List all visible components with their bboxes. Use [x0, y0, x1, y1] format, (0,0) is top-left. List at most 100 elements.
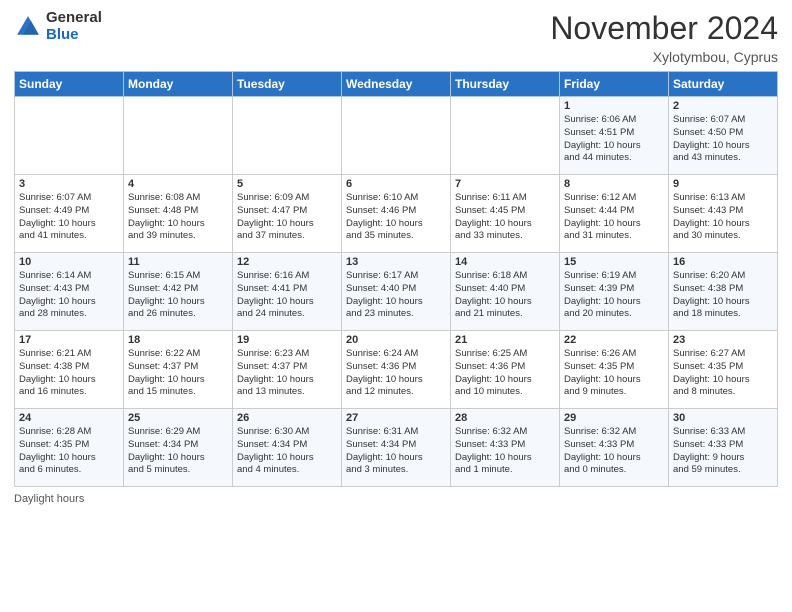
day-info: Sunrise: 6:12 AM Sunset: 4:44 PM Dayligh… [564, 192, 664, 243]
day-info: Sunrise: 6:25 AM Sunset: 4:36 PM Dayligh… [455, 348, 555, 399]
day-number: 12 [237, 256, 337, 268]
calendar-header-cell: Friday [560, 72, 669, 97]
day-info: Sunrise: 6:23 AM Sunset: 4:37 PM Dayligh… [237, 348, 337, 399]
calendar-cell: 22 Sunrise: 6:26 AM Sunset: 4:35 PM Dayli… [560, 331, 669, 409]
day-number: 18 [128, 334, 228, 346]
calendar-cell [124, 97, 233, 175]
calendar-cell: 21 Sunrise: 6:25 AM Sunset: 4:36 PM Dayli… [451, 331, 560, 409]
logo-icon [14, 13, 42, 41]
day-info: Sunrise: 6:10 AM Sunset: 4:46 PM Dayligh… [346, 192, 446, 243]
day-info: Sunrise: 6:22 AM Sunset: 4:37 PM Dayligh… [128, 348, 228, 399]
day-info: Sunrise: 6:14 AM Sunset: 4:43 PM Dayligh… [19, 270, 119, 321]
day-number: 25 [128, 412, 228, 424]
logo: General Blue [14, 10, 102, 43]
day-number: 30 [673, 412, 773, 424]
day-number: 5 [237, 178, 337, 190]
calendar-cell: 5Sunrise: 6:09 AM Sunset: 4:47 PM Daylig… [233, 175, 342, 253]
month-title: November 2024 [550, 10, 778, 47]
day-info: Sunrise: 6:08 AM Sunset: 4:48 PM Dayligh… [128, 192, 228, 243]
day-number: 2 [673, 100, 773, 112]
calendar-cell: 14Sunrise: 6:18 AM Sunset: 4:40 PM Dayli… [451, 253, 560, 331]
calendar-header-cell: Thursday [451, 72, 560, 97]
day-info: Sunrise: 6:11 AM Sunset: 4:45 PM Dayligh… [455, 192, 555, 243]
calendar-cell: 19 Sunrise: 6:23 AM Sunset: 4:37 PM Dayli… [233, 331, 342, 409]
calendar-cell: 8Sunrise: 6:12 AM Sunset: 4:44 PM Daylig… [560, 175, 669, 253]
day-info: Sunrise: 6:27 AM Sunset: 4:35 PM Dayligh… [673, 348, 773, 399]
calendar-week-row: 10 Sunrise: 6:14 AM Sunset: 4:43 PM Dayli… [15, 253, 778, 331]
calendar-cell [342, 97, 451, 175]
calendar-cell: 6 Sunrise: 6:10 AM Sunset: 4:46 PM Daylig… [342, 175, 451, 253]
day-info: Sunrise: 6:06 AM Sunset: 4:51 PM Dayligh… [564, 114, 664, 165]
calendar-cell: 15Sunrise: 6:19 AM Sunset: 4:39 PM Dayli… [560, 253, 669, 331]
day-number: 20 [346, 334, 446, 346]
day-info: Sunrise: 6:31 AM Sunset: 4:34 PM Dayligh… [346, 426, 446, 477]
calendar-header-cell: Tuesday [233, 72, 342, 97]
day-info: Sunrise: 6:33 AM Sunset: 4:33 PM Dayligh… [673, 426, 773, 477]
day-number: 23 [673, 334, 773, 346]
day-info: Sunrise: 6:17 AM Sunset: 4:40 PM Dayligh… [346, 270, 446, 321]
day-number: 28 [455, 412, 555, 424]
day-info: Sunrise: 6:20 AM Sunset: 4:38 PM Dayligh… [673, 270, 773, 321]
calendar-table: SundayMondayTuesdayWednesdayThursdayFrid… [14, 71, 778, 487]
day-info: Sunrise: 6:07 AM Sunset: 4:50 PM Dayligh… [673, 114, 773, 165]
calendar-cell: 16 Sunrise: 6:20 AM Sunset: 4:38 PM Dayli… [669, 253, 778, 331]
location: Xylotymbou, Cyprus [550, 49, 778, 65]
calendar-cell: 20 Sunrise: 6:24 AM Sunset: 4:36 PM Dayli… [342, 331, 451, 409]
calendar-cell: 13 Sunrise: 6:17 AM Sunset: 4:40 PM Dayli… [342, 253, 451, 331]
footer-label: Daylight hours [14, 493, 84, 505]
title-block: November 2024 Xylotymbou, Cyprus [550, 10, 778, 65]
calendar-week-row: 24Sunrise: 6:28 AM Sunset: 4:35 PM Dayli… [15, 409, 778, 487]
day-info: Sunrise: 6:16 AM Sunset: 4:41 PM Dayligh… [237, 270, 337, 321]
day-number: 7 [455, 178, 555, 190]
page: General Blue November 2024 Xylotymbou, C… [0, 0, 792, 612]
day-number: 11 [128, 256, 228, 268]
calendar-week-row: 17 Sunrise: 6:21 AM Sunset: 4:38 PM Dayli… [15, 331, 778, 409]
day-number: 17 [19, 334, 119, 346]
day-info: Sunrise: 6:32 AM Sunset: 4:33 PM Dayligh… [564, 426, 664, 477]
day-number: 13 [346, 256, 446, 268]
calendar-cell: 29 Sunrise: 6:32 AM Sunset: 4:33 PM Dayli… [560, 409, 669, 487]
day-number: 1 [564, 100, 664, 112]
calendar-header-cell: Wednesday [342, 72, 451, 97]
day-number: 21 [455, 334, 555, 346]
calendar-cell: 18 Sunrise: 6:22 AM Sunset: 4:37 PM Dayli… [124, 331, 233, 409]
day-number: 3 [19, 178, 119, 190]
calendar-cell: 25 Sunrise: 6:29 AM Sunset: 4:34 PM Dayli… [124, 409, 233, 487]
day-number: 9 [673, 178, 773, 190]
calendar-cell [451, 97, 560, 175]
day-info: Sunrise: 6:29 AM Sunset: 4:34 PM Dayligh… [128, 426, 228, 477]
day-number: 24 [19, 412, 119, 424]
day-number: 6 [346, 178, 446, 190]
calendar-cell: 11 Sunrise: 6:15 AM Sunset: 4:42 PM Dayli… [124, 253, 233, 331]
day-info: Sunrise: 6:24 AM Sunset: 4:36 PM Dayligh… [346, 348, 446, 399]
calendar-cell: 4Sunrise: 6:08 AM Sunset: 4:48 PM Daylig… [124, 175, 233, 253]
calendar-body: 1 Sunrise: 6:06 AM Sunset: 4:51 PM Daylig… [15, 97, 778, 487]
day-info: Sunrise: 6:13 AM Sunset: 4:43 PM Dayligh… [673, 192, 773, 243]
day-number: 16 [673, 256, 773, 268]
day-number: 29 [564, 412, 664, 424]
day-number: 19 [237, 334, 337, 346]
calendar-week-row: 1 Sunrise: 6:06 AM Sunset: 4:51 PM Daylig… [15, 97, 778, 175]
logo-blue: Blue [46, 27, 102, 44]
day-number: 26 [237, 412, 337, 424]
calendar-cell: 17 Sunrise: 6:21 AM Sunset: 4:38 PM Dayli… [15, 331, 124, 409]
day-info: Sunrise: 6:32 AM Sunset: 4:33 PM Dayligh… [455, 426, 555, 477]
calendar-cell: 30 Sunrise: 6:33 AM Sunset: 4:33 PM Dayli… [669, 409, 778, 487]
day-number: 22 [564, 334, 664, 346]
calendar-cell: 7 Sunrise: 6:11 AM Sunset: 4:45 PM Daylig… [451, 175, 560, 253]
footer: Daylight hours [14, 493, 778, 505]
calendar-cell: 26 Sunrise: 6:30 AM Sunset: 4:34 PM Dayli… [233, 409, 342, 487]
day-number: 10 [19, 256, 119, 268]
day-info: Sunrise: 6:30 AM Sunset: 4:34 PM Dayligh… [237, 426, 337, 477]
calendar-header-cell: Sunday [15, 72, 124, 97]
calendar-cell [233, 97, 342, 175]
calendar-cell: 9 Sunrise: 6:13 AM Sunset: 4:43 PM Daylig… [669, 175, 778, 253]
day-info: Sunrise: 6:15 AM Sunset: 4:42 PM Dayligh… [128, 270, 228, 321]
calendar-header-row: SundayMondayTuesdayWednesdayThursdayFrid… [15, 72, 778, 97]
day-info: Sunrise: 6:21 AM Sunset: 4:38 PM Dayligh… [19, 348, 119, 399]
calendar-cell [15, 97, 124, 175]
day-number: 27 [346, 412, 446, 424]
day-number: 14 [455, 256, 555, 268]
calendar-cell: 10 Sunrise: 6:14 AM Sunset: 4:43 PM Dayli… [15, 253, 124, 331]
day-info: Sunrise: 6:26 AM Sunset: 4:35 PM Dayligh… [564, 348, 664, 399]
